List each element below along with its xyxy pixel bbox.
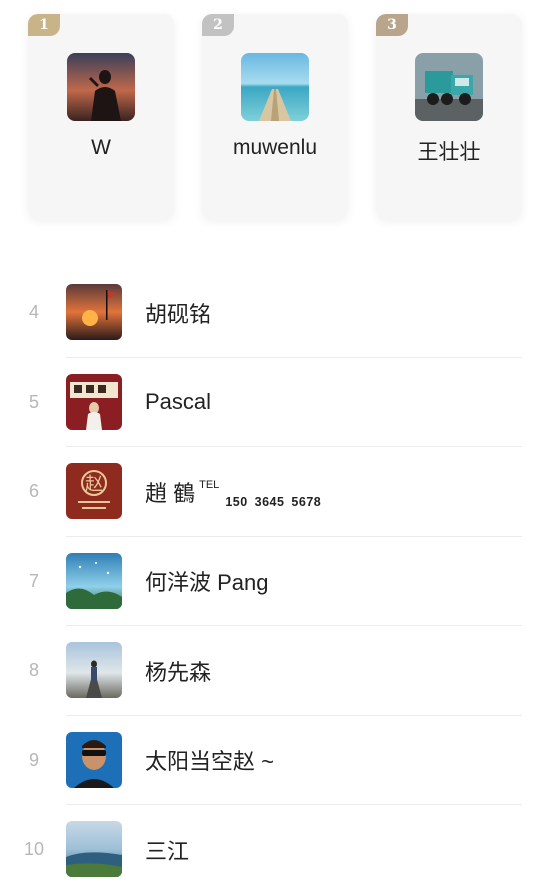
rank-number: 10 xyxy=(23,839,45,859)
user-name: 王壮壮 xyxy=(417,141,481,164)
rank-number: 9 xyxy=(28,749,39,770)
list-item[interactable]: 8 杨先森 xyxy=(0,626,550,716)
list-item[interactable]: 10 三江 xyxy=(0,805,550,886)
rank-number: 6 xyxy=(28,481,39,501)
list-item[interactable]: 5 Pascal xyxy=(0,358,550,447)
list-item[interactable]: 4 胡砚铭 xyxy=(0,268,550,358)
user-name: 三江 xyxy=(145,838,190,864)
user-name: Pascal xyxy=(145,389,212,414)
rank-badge: 1 xyxy=(28,14,60,36)
rank-badge: 3 xyxy=(376,14,408,36)
user-name: 杨先森 xyxy=(145,659,212,685)
rank-number: 5 xyxy=(28,391,39,412)
podium-card-rank-2[interactable]: 2 muwenlu xyxy=(202,14,348,220)
avatar: 赵 xyxy=(66,463,122,519)
avatar xyxy=(66,552,122,609)
tel-number: 150 3645 5678 xyxy=(225,494,322,509)
ranking-list: 4 胡砚铭 5 Pascal 6 赵 趙 鶴 TEL 150 3645 5678… xyxy=(0,268,550,886)
tel-label: TEL xyxy=(199,478,220,491)
user-name: muwenlu xyxy=(232,136,318,159)
list-item[interactable]: 9 太阳当空赵 ~ xyxy=(0,716,550,805)
avatar xyxy=(66,731,122,788)
logo-glyph: 赵 xyxy=(85,474,103,495)
user-name: 太阳当空赵 ~ xyxy=(145,749,274,774)
user-name: 何洋波 Pang xyxy=(145,570,269,595)
avatar xyxy=(241,53,309,121)
tel-info: TEL 150 3645 5678 xyxy=(199,479,321,509)
list-item[interactable]: 7 何洋波 Pang xyxy=(0,537,550,626)
avatar xyxy=(66,642,122,698)
avatar xyxy=(415,53,483,121)
rank-number: 8 xyxy=(28,660,39,680)
list-item[interactable]: 6 赵 趙 鶴 TEL 150 3645 5678 xyxy=(0,447,550,537)
top-three-podium: 1 W 2 muwenlu 3 王壮壮 xyxy=(0,0,550,240)
user-name: 胡砚铭 xyxy=(145,301,212,327)
user-name: W xyxy=(91,136,111,159)
avatar xyxy=(66,284,122,340)
rank-number: 7 xyxy=(28,570,39,591)
avatar xyxy=(66,373,122,430)
rank-badge: 2 xyxy=(202,14,234,36)
user-name: 趙 鶴 TEL 150 3645 5678 xyxy=(145,447,321,536)
user-name-text: 趙 鶴 xyxy=(145,480,196,506)
podium-card-rank-1[interactable]: 1 W xyxy=(28,14,174,220)
avatar xyxy=(66,821,122,877)
rank-number: 4 xyxy=(28,302,39,322)
avatar xyxy=(67,53,135,121)
podium-card-rank-3[interactable]: 3 王壮壮 xyxy=(376,14,522,220)
